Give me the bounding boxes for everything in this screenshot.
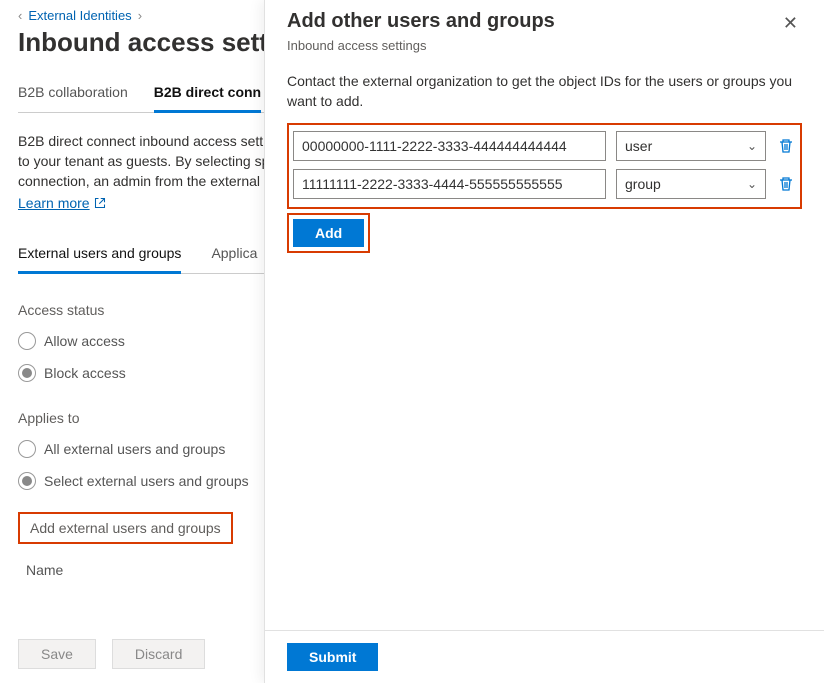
radio-label: All external users and groups bbox=[44, 441, 225, 457]
radio-label: Allow access bbox=[44, 333, 125, 349]
tab-b2b-collaboration[interactable]: B2B collaboration bbox=[18, 78, 128, 112]
panel-title: Add other users and groups bbox=[287, 10, 555, 33]
chevron-right-icon: › bbox=[138, 8, 142, 23]
panel-footer: Submit bbox=[265, 630, 824, 683]
rows-highlight: user ⌄ group ⌄ bbox=[287, 123, 802, 209]
close-button[interactable]: ✕ bbox=[779, 10, 802, 36]
submit-button[interactable]: Submit bbox=[287, 643, 378, 671]
delete-row-button[interactable] bbox=[776, 174, 796, 194]
radio-label: Block access bbox=[44, 365, 126, 381]
breadcrumb-parent[interactable]: External Identities bbox=[28, 8, 131, 23]
entry-row: user ⌄ bbox=[293, 131, 796, 161]
type-select[interactable]: group ⌄ bbox=[616, 169, 766, 199]
panel-header: Add other users and groups ✕ Inbound acc… bbox=[265, 0, 824, 71]
object-id-input[interactable] bbox=[293, 131, 606, 161]
type-select[interactable]: user ⌄ bbox=[616, 131, 766, 161]
panel-body: Contact the external organization to get… bbox=[265, 71, 824, 630]
subtab-external-users[interactable]: External users and groups bbox=[18, 241, 181, 274]
panel-subtitle: Inbound access settings bbox=[287, 38, 802, 53]
type-value: group bbox=[625, 176, 661, 192]
discard-button[interactable]: Discard bbox=[112, 639, 205, 669]
page-footer-buttons: Save Discard bbox=[18, 639, 205, 669]
external-link-icon bbox=[94, 197, 106, 209]
chevron-down-icon: ⌄ bbox=[747, 139, 757, 153]
radio-icon bbox=[18, 440, 36, 458]
learn-more-link[interactable]: Learn more bbox=[18, 195, 106, 211]
radio-icon bbox=[18, 472, 36, 490]
radio-icon bbox=[18, 364, 36, 382]
type-value: user bbox=[625, 138, 652, 154]
add-users-panel: Add other users and groups ✕ Inbound acc… bbox=[264, 0, 824, 683]
add-external-users-button[interactable]: Add external users and groups bbox=[18, 512, 233, 544]
add-button-highlight: Add bbox=[287, 213, 370, 253]
object-id-input[interactable] bbox=[293, 169, 606, 199]
learn-more-label: Learn more bbox=[18, 195, 90, 211]
trash-icon bbox=[778, 176, 794, 192]
delete-row-button[interactable] bbox=[776, 136, 796, 156]
entry-row: group ⌄ bbox=[293, 169, 796, 199]
close-icon: ✕ bbox=[783, 13, 798, 33]
radio-label: Select external users and groups bbox=[44, 473, 249, 489]
radio-icon bbox=[18, 332, 36, 350]
panel-intro: Contact the external organization to get… bbox=[287, 71, 802, 111]
trash-icon bbox=[778, 138, 794, 154]
tab-b2b-direct-connect[interactable]: B2B direct conn bbox=[154, 78, 261, 113]
subtab-applications[interactable]: Applica bbox=[211, 241, 257, 273]
chevron-left-icon: ‹ bbox=[18, 8, 22, 23]
chevron-down-icon: ⌄ bbox=[747, 177, 757, 191]
save-button[interactable]: Save bbox=[18, 639, 96, 669]
add-button[interactable]: Add bbox=[293, 219, 364, 247]
